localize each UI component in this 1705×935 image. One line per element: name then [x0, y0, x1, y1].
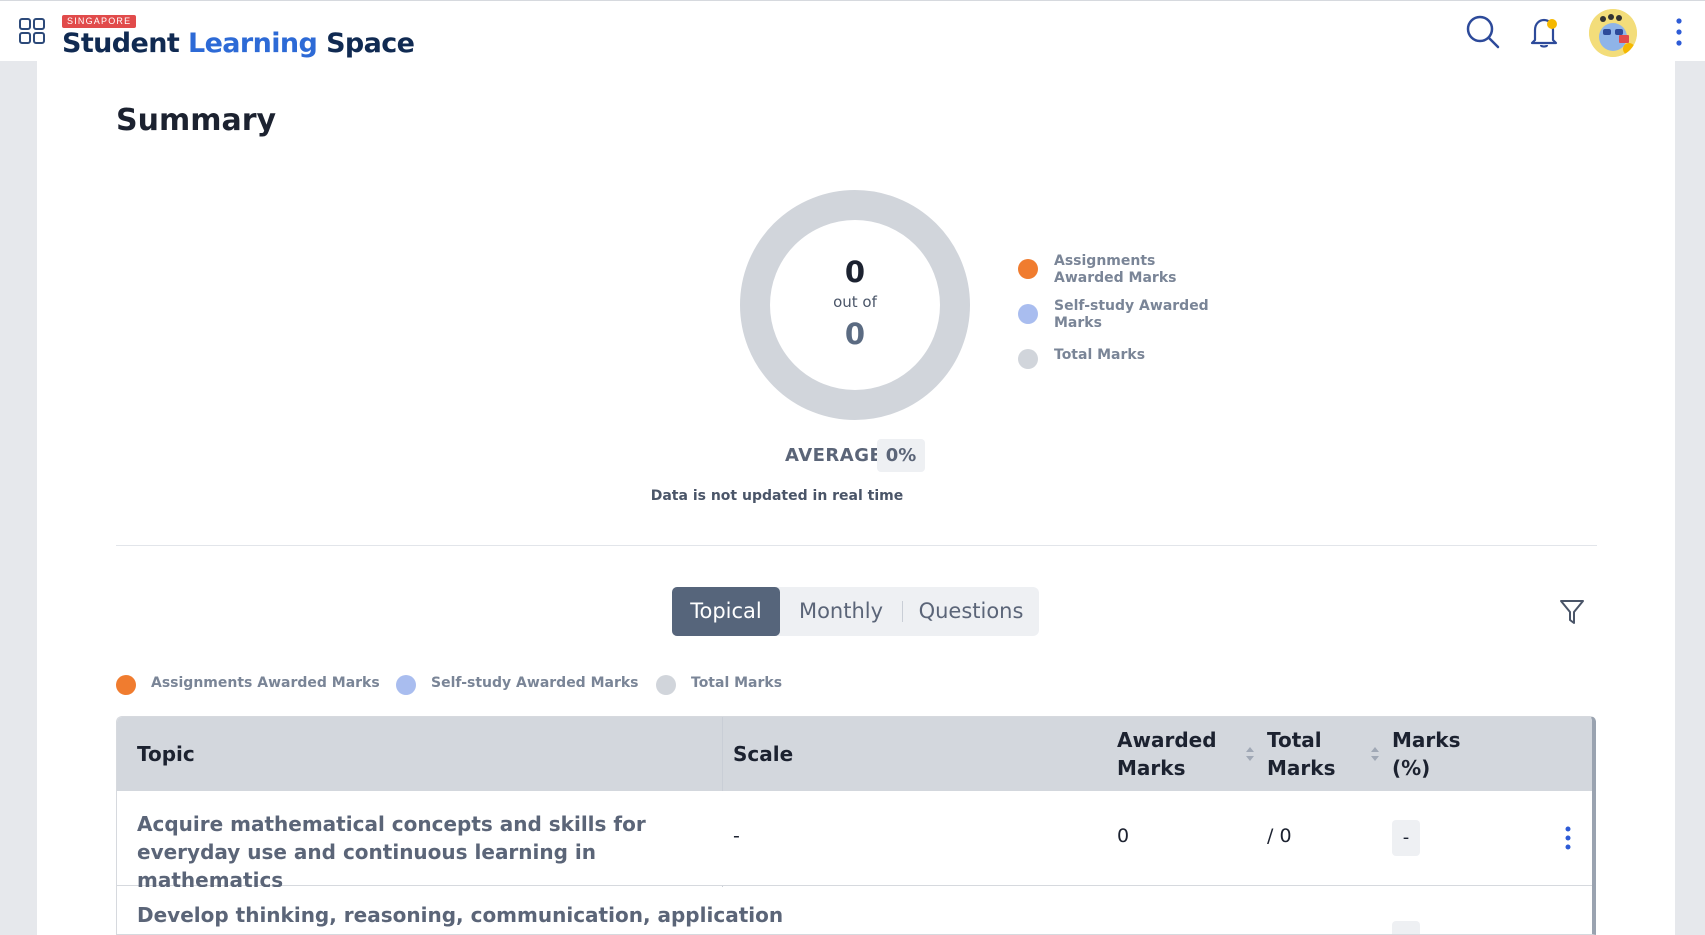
legend-dot-self-study [396, 675, 416, 695]
tab-questions[interactable]: Questions [903, 587, 1039, 636]
legend-dot-assignments [1018, 259, 1038, 279]
total-value: 0 [844, 317, 866, 351]
column-header-total-marks[interactable]: Total Marks [1267, 717, 1357, 791]
awarded-cell: 0 [1117, 825, 1130, 847]
page-title: Summary [116, 103, 277, 138]
marks-table: Topic Scale Awarded Marks Total Marks Ma… [116, 716, 1596, 935]
column-header-topic: Topic [137, 742, 195, 766]
average-row: AVERAGE 0% [37, 439, 1675, 473]
section-divider [116, 545, 1597, 546]
table-header: Topic Scale Awarded Marks Total Marks Ma… [117, 717, 1592, 791]
scale-cell: - [733, 825, 740, 847]
out-of-label: out of [833, 293, 877, 311]
row-more-icon[interactable] [1563, 825, 1573, 851]
tab-monthly[interactable]: Monthly [780, 587, 902, 636]
apps-grid-icon[interactable] [18, 17, 46, 45]
tab-topical[interactable]: Topical [672, 587, 780, 636]
legend-label: Total Marks [1054, 347, 1146, 363]
column-header-marks-pct: Marks (%) [1392, 728, 1461, 780]
column-header-awarded-marks[interactable]: Awarded Marks [1117, 717, 1227, 791]
app-logo[interactable]: SINGAPORE Student Learning Space [62, 9, 415, 59]
average-label: AVERAGE [785, 445, 883, 466]
table-row: Acquire mathematical concepts and skills… [117, 791, 1592, 892]
sort-icon[interactable] [1245, 745, 1255, 763]
topic-cell[interactable]: Develop thinking, reasoning, communicati… [137, 901, 783, 929]
view-tabs: Topical Monthly Questions [672, 587, 1039, 636]
legend-label: Self-study Awarded Marks [1054, 298, 1209, 331]
average-badge: 0% [877, 439, 925, 472]
pct-badge: - [1392, 820, 1420, 856]
legend-label: Assignments Awarded Marks [1054, 253, 1177, 286]
column-header-scale: Scale [733, 742, 794, 766]
logo-text: Student Learning Space [62, 28, 415, 59]
sort-icon[interactable] [1370, 745, 1380, 763]
awarded-value: 0 [844, 255, 866, 289]
table-row: Develop thinking, reasoning, communicati… [117, 887, 1592, 934]
donut-center: 0 out of 0 [739, 189, 971, 421]
logo-tag: SINGAPORE [62, 15, 137, 28]
bell-icon[interactable] [1529, 15, 1561, 49]
filter-icon[interactable] [1558, 597, 1586, 627]
avatar-illustration-icon [1589, 9, 1637, 57]
data-note: Data is not updated in real time [650, 488, 904, 504]
summary-card: Summary 0 out of 0 Assignments Awarded M… [37, 61, 1675, 935]
legend-dot-assignments [116, 675, 136, 695]
avatar[interactable] [1589, 9, 1637, 57]
legend-dot-total [656, 675, 676, 695]
legend-label: Self-study Awarded Marks [431, 675, 639, 691]
top-bar: SINGAPORE Student Learning Space [0, 0, 1705, 61]
legend-dot-self-study [1018, 304, 1038, 324]
topic-cell[interactable]: Acquire mathematical concepts and skills… [137, 810, 707, 894]
legend-label: Total Marks [691, 675, 783, 691]
total-cell: / 0 [1267, 825, 1292, 847]
pct-badge [1392, 921, 1420, 934]
search-icon[interactable] [1466, 15, 1500, 49]
legend-label: Assignments Awarded Marks [151, 675, 380, 691]
legend-dot-total [1018, 349, 1038, 369]
more-vertical-icon[interactable] [1672, 15, 1686, 49]
